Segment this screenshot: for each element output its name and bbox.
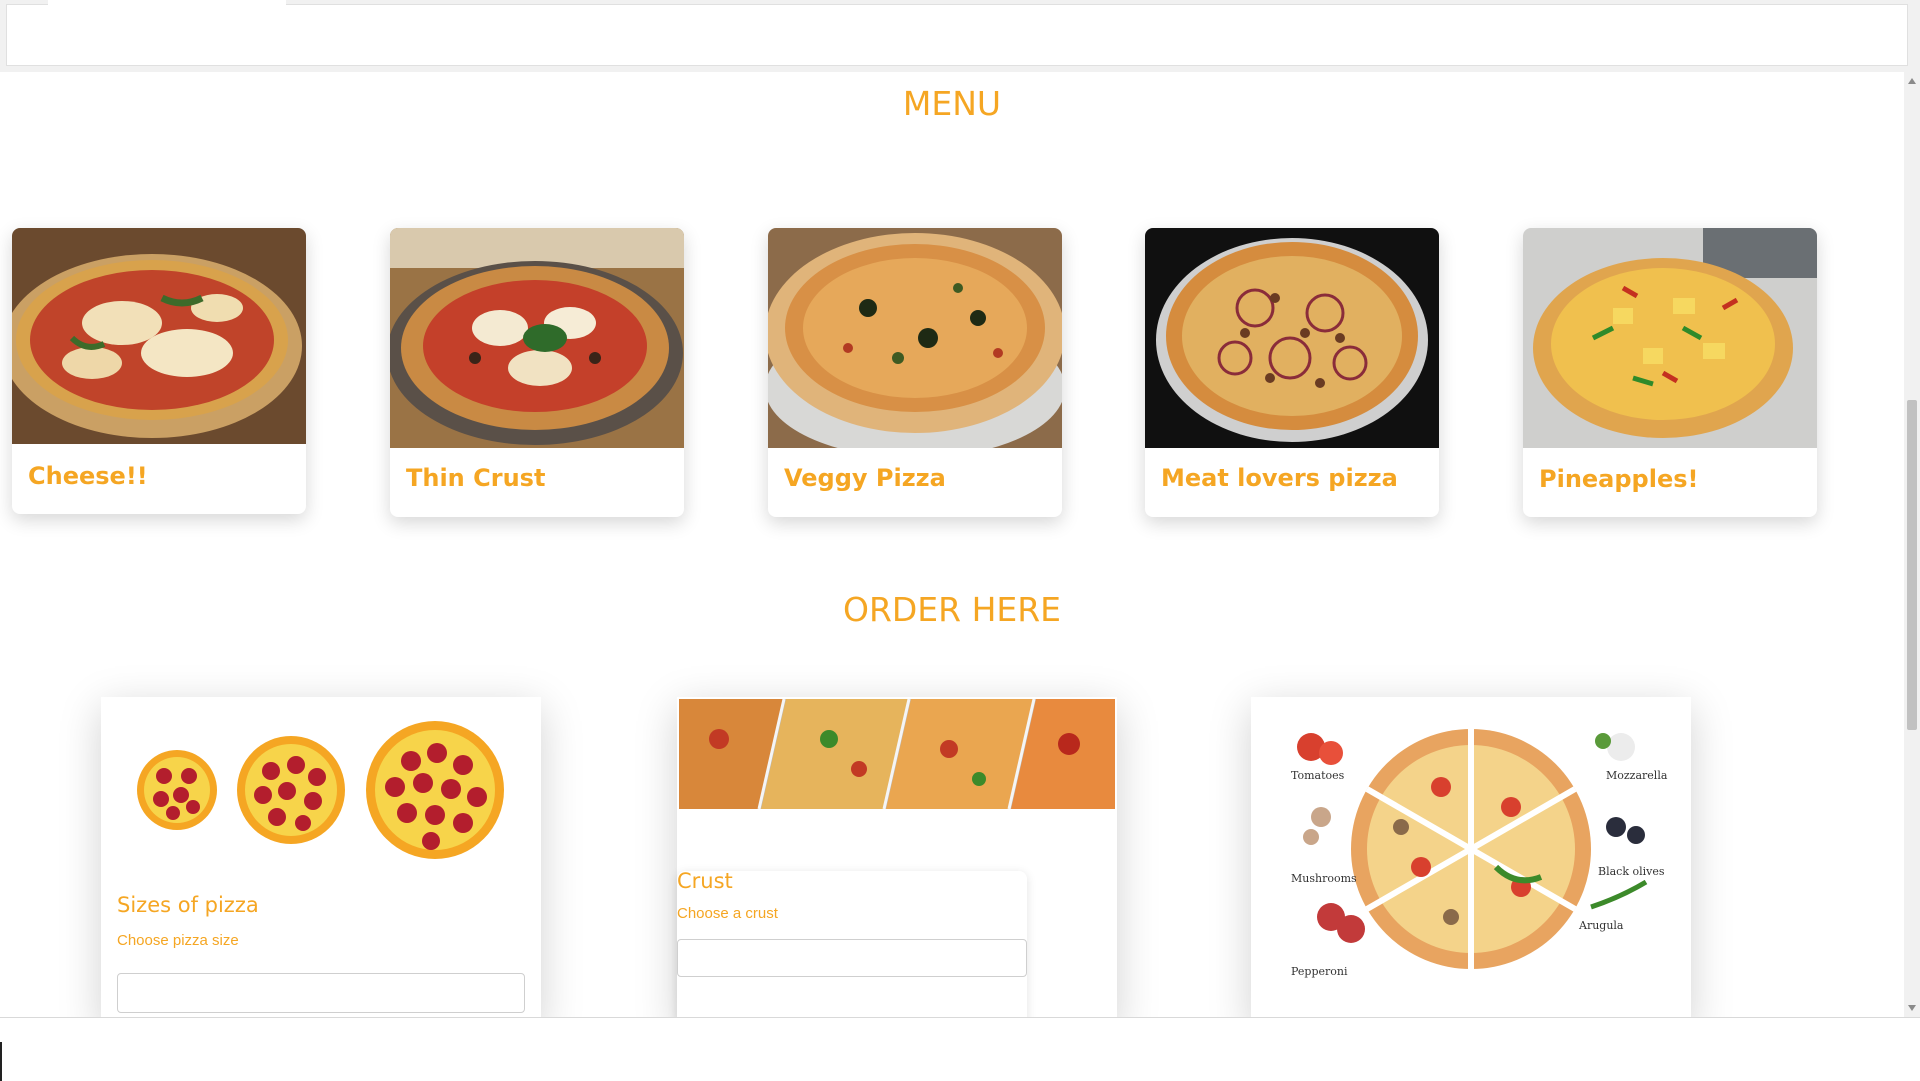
large-pizza-icon — [366, 721, 504, 859]
medium-pizza-icon — [237, 736, 345, 844]
menu-card-label: Cheese!! — [28, 462, 148, 490]
meat-lovers-pizza-image — [1145, 228, 1439, 448]
toppings-caption-black-olives: Black olives — [1598, 865, 1665, 878]
order-heading: ORDER HERE — [842, 590, 1062, 629]
menu-card-cheese[interactable]: Cheese!! — [12, 228, 306, 514]
toppings-caption-mozzarella: Mozzarella — [1606, 769, 1668, 782]
thin-crust-pizza-image — [390, 228, 684, 448]
toppings-illustration: Tomatoes Mozzarella Mushrooms Black oliv… — [1271, 717, 1671, 997]
page-scrollbar[interactable] — [1904, 72, 1920, 1017]
toppings-caption-tomatoes: Tomatoes — [1291, 769, 1345, 782]
menu-card-label: Pineapples! — [1539, 465, 1699, 493]
bottom-edge-mark — [0, 1042, 2, 1081]
cheese-pizza-image — [12, 228, 306, 444]
toppings-caption-pepperoni: Pepperoni — [1291, 965, 1348, 978]
menu-card-pineapples[interactable]: Pineapples! — [1523, 228, 1817, 517]
address-area — [6, 4, 1908, 66]
crust-hint: Choose a crust — [677, 905, 778, 922]
crust-input[interactable] — [677, 939, 1027, 977]
veggy-pizza-image — [768, 228, 1062, 448]
crust-slices-image — [679, 698, 1115, 810]
crust-order-card: Crust Choose a crust — [677, 697, 1117, 1017]
pizza-size-input[interactable] — [117, 973, 525, 1013]
menu-card-veggy[interactable]: Veggy Pizza — [768, 228, 1062, 517]
scroll-down-arrow-icon[interactable] — [1908, 1005, 1916, 1011]
size-order-card: Sizes of pizza Choose pizza size — [101, 697, 541, 1017]
toppings-card: Tomatoes Mozzarella Mushrooms Black oliv… — [1251, 697, 1691, 1017]
menu-card-thin-crust[interactable]: Thin Crust — [390, 228, 684, 517]
menu-card-label: Veggy Pizza — [784, 464, 946, 492]
crust-form-panel: Crust Choose a crust — [677, 869, 1027, 1017]
scroll-up-arrow-icon[interactable] — [1908, 78, 1916, 84]
size-label: Sizes of pizza — [117, 893, 259, 917]
small-pizza-icon — [137, 750, 217, 830]
toppings-caption-mushrooms: Mushrooms — [1291, 872, 1357, 885]
crust-label: Crust — [677, 869, 733, 893]
pineapple-pizza-image — [1523, 228, 1817, 448]
menu-card-label: Thin Crust — [406, 464, 546, 492]
menu-heading: MENU — [902, 84, 1002, 123]
page-viewport: MENU Cheese!! Thin Crust Veggy Pizza Mea… — [0, 72, 1904, 1017]
toppings-caption-arugula: Arugula — [1578, 919, 1624, 932]
scrollbar-thumb[interactable] — [1907, 400, 1917, 730]
bottom-bar — [0, 1017, 1920, 1081]
browser-top-bar — [0, 0, 1920, 73]
size-hint: Choose pizza size — [117, 932, 239, 949]
menu-card-meat-lovers[interactable]: Meat lovers pizza — [1145, 228, 1439, 517]
pizza-sizes-image — [131, 721, 511, 861]
active-tab-indicator[interactable] — [48, 0, 286, 5]
menu-card-label: Meat lovers pizza — [1161, 464, 1398, 492]
